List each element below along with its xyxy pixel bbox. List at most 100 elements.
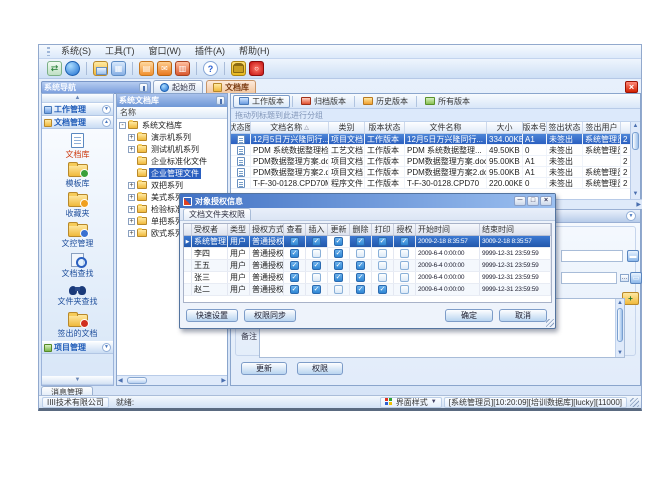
column-header[interactable]: 签出用户 [583, 122, 621, 133]
sidebar-bottom-strip[interactable]: ▼ [42, 376, 113, 385]
globe-icon[interactable] [65, 61, 80, 76]
permission-button[interactable]: 权限 [297, 362, 343, 375]
tree-horizontal-scrollbar[interactable]: ◀ ▶ [117, 375, 227, 385]
expand-icon[interactable]: + [128, 230, 135, 237]
lock-icon[interactable] [231, 61, 246, 76]
table-row[interactable]: T-F-30-0128.CPD70M程序文件工作版本T-F-30-0128.CP… [231, 178, 632, 189]
table-row[interactable]: 赵二用户普通授权2009-6-4 0:00:009999-12-31 23:59… [184, 284, 551, 296]
checkbox-update[interactable] [334, 273, 343, 282]
column-header[interactable]: 打印 [372, 224, 394, 235]
checkbox-view[interactable] [290, 249, 299, 258]
permission-sync-button[interactable]: 权限同步 [244, 309, 296, 322]
scroll-left-icon[interactable]: ◀ [118, 377, 123, 385]
chevron-down-icon[interactable]: ▼ [626, 211, 636, 221]
sidebar-group-document[interactable]: 文档管理 ▲ [42, 116, 113, 129]
update-button[interactable]: 更新 [241, 362, 287, 375]
expand-icon[interactable]: + [128, 182, 135, 189]
resize-grip[interactable] [630, 398, 639, 407]
ui-style-button[interactable]: 界面样式 ▼ [380, 397, 442, 408]
version-tab-archive[interactable]: 归档版本 [295, 95, 352, 108]
folder-view-icon[interactable] [111, 61, 126, 76]
column-header[interactable]: 签出状态 [547, 122, 583, 133]
column-header[interactable]: 查看 [284, 224, 306, 235]
table-row[interactable]: 李四用户普通授权2009-6-4 0:00:009999-12-31 23:59… [184, 248, 551, 260]
column-header[interactable]: 授权 [394, 224, 416, 235]
close-tab-button[interactable]: × [625, 81, 638, 93]
checkbox-grant[interactable] [400, 285, 409, 294]
tree-node[interactable]: +演示机系列 [117, 131, 227, 143]
minimize-icon[interactable]: ─ [514, 196, 526, 206]
dialog-title-bar[interactable]: 对象授权信息 ─□× [180, 194, 555, 208]
expand-icon[interactable]: + [128, 134, 135, 141]
menu-item-window[interactable]: 窗口(W) [142, 45, 189, 58]
expand-icon[interactable]: + [128, 146, 135, 153]
column-header[interactable]: 大小 [487, 122, 523, 133]
tree-node[interactable]: 企业标准化文件 [117, 155, 227, 167]
scroll-right-icon[interactable]: ▶ [221, 377, 226, 385]
checkbox-print[interactable] [378, 261, 387, 270]
checkbox-insert[interactable] [312, 273, 321, 282]
pin-icon[interactable] [216, 96, 225, 105]
tree-node[interactable]: 企业管理文件 [117, 167, 227, 179]
property-field-2[interactable] [561, 272, 617, 284]
checkbox-grant[interactable] [400, 237, 409, 246]
scrollbar-thumb[interactable] [632, 132, 639, 150]
sidebar-item-checked-out-docs[interactable]: 签出的文档 [42, 311, 113, 341]
table-row[interactable]: PDM数据整理方案.doc项目文档工作版本PDM数据整理方案.doc95.00K… [231, 156, 632, 167]
column-header[interactable]: 文件名称 [405, 122, 487, 133]
column-header[interactable]: 插入 [306, 224, 328, 235]
table-row[interactable]: 12月5日万兴隆同行...项目文档工作版本12月5日万兴隆同行...334.00… [231, 134, 632, 145]
doc-report-icon[interactable] [175, 61, 190, 76]
sidebar-item-doc-library[interactable]: 文档库 [42, 132, 113, 162]
checkbox-print[interactable] [378, 249, 387, 258]
column-header[interactable]: 类型 [228, 224, 250, 235]
scroll-down-icon[interactable]: ▼ [631, 190, 640, 199]
folder-open-icon[interactable] [93, 61, 108, 76]
resize-grip[interactable] [546, 319, 554, 327]
column-header[interactable]: 文档名称△ [251, 122, 329, 133]
stop-icon[interactable] [249, 61, 264, 76]
version-tab-working[interactable]: 工作版本 [233, 95, 290, 108]
checkbox-print[interactable] [378, 285, 387, 294]
tab-start-page[interactable]: 起始页 [153, 80, 203, 93]
sidebar-item-doc-control[interactable]: 文控管理 [42, 222, 113, 252]
scrollbar-thumb[interactable] [127, 377, 147, 384]
checkbox-print[interactable] [378, 273, 387, 282]
menu-item-help[interactable]: 帮助(H) [232, 45, 277, 58]
checkbox-grant[interactable] [400, 249, 409, 258]
table-row[interactable]: 张三用户普通授权2009-6-4 0:00:009999-12-31 23:59… [184, 272, 551, 284]
sidebar-group-project[interactable]: 项目管理 ▼ [42, 341, 113, 354]
menu-item-tools[interactable]: 工具(T) [98, 45, 142, 58]
close-icon[interactable]: × [540, 196, 552, 206]
grid-vertical-scrollbar[interactable]: ▲ ▼ [630, 122, 640, 199]
checkbox-delete[interactable] [356, 261, 365, 270]
tree-panel-header[interactable]: 系统文档库 [117, 94, 227, 107]
property-field-1[interactable] [561, 250, 623, 262]
checkbox-grant[interactable] [400, 273, 409, 282]
checkbox-view[interactable] [290, 261, 299, 270]
sync-icon[interactable] [47, 61, 62, 76]
chevron-up-icon[interactable]: ▲ [102, 118, 111, 127]
checkbox-delete[interactable] [356, 237, 365, 246]
table-row[interactable]: 王五用户普通授权2009-6-4 0:00:009999-12-31 23:59… [184, 260, 551, 272]
scrollbar-thumb[interactable] [617, 308, 623, 342]
checkbox-delete[interactable] [356, 273, 365, 282]
column-header[interactable]: 更新 [328, 224, 350, 235]
expand-icon[interactable]: + [128, 206, 135, 213]
pin-icon[interactable] [139, 83, 148, 92]
scroll-up-icon[interactable]: ▲ [616, 299, 624, 307]
quick-setup-button[interactable]: 快速设置 [186, 309, 238, 322]
checkbox-insert[interactable] [312, 285, 321, 294]
ok-button[interactable]: 确定 [445, 309, 493, 322]
doc-mail-icon[interactable] [157, 61, 172, 76]
column-header[interactable]: 受权者 [192, 224, 228, 235]
table-row[interactable]: PDM数据整理方案2.doc项目文档工作版本PDM数据整理方案2.doc95.0… [231, 167, 632, 178]
version-tab-history[interactable]: 历史版本 [357, 95, 414, 108]
field-action-icon[interactable]: ▬ [627, 250, 639, 262]
tree-node[interactable]: +测试机机系列 [117, 143, 227, 155]
checkbox-print[interactable] [378, 237, 387, 246]
column-header[interactable]: 状态图 [231, 122, 251, 133]
checkbox-insert[interactable] [312, 249, 321, 258]
checkbox-insert[interactable] [312, 237, 321, 246]
checkbox-view[interactable] [290, 273, 299, 282]
